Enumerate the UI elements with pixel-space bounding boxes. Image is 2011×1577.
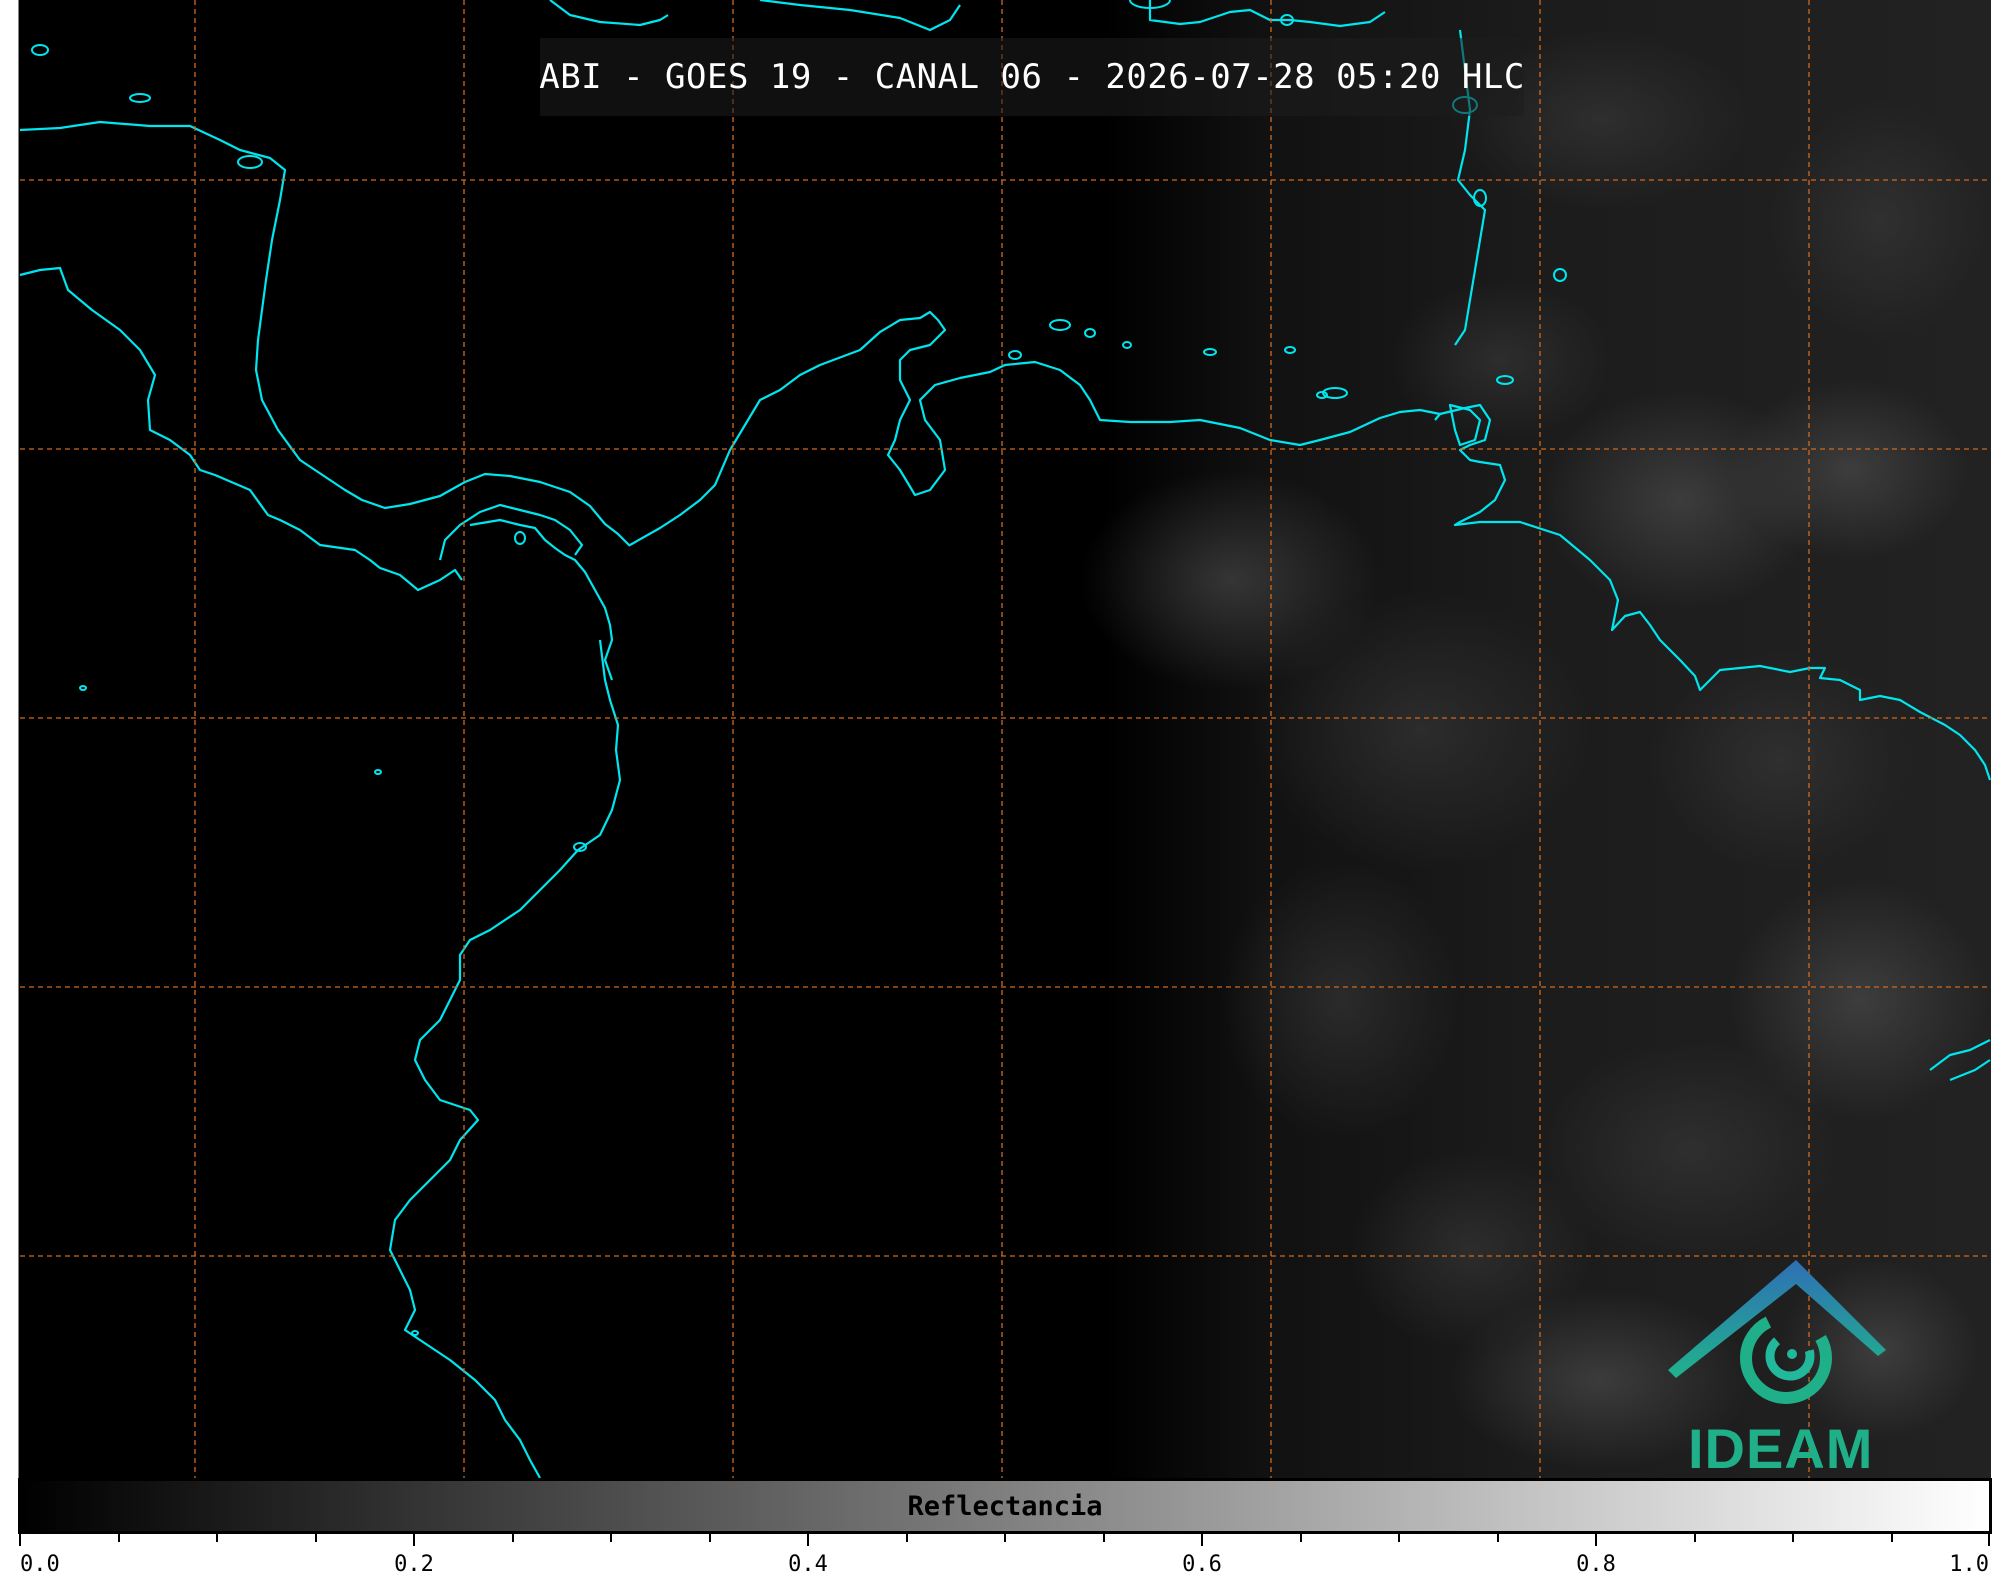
colorbar-tick-label: 0.6 xyxy=(1182,1552,1222,1577)
colorbar-tick-label: 0.0 xyxy=(20,1552,60,1577)
colorbar-ticks xyxy=(19,1534,1990,1546)
map-title: ABI - GOES 19 - CANAL 06 - 2026-07-28 05… xyxy=(539,57,1525,97)
colorbar-tick-label: 0.4 xyxy=(788,1552,828,1577)
colorbar-tick-label: 0.2 xyxy=(394,1552,434,1577)
title-box: ABI - GOES 19 - CANAL 06 - 2026-07-28 05… xyxy=(539,38,1525,116)
colorbar-tick-label: 0.8 xyxy=(1576,1552,1616,1577)
colorbar-label: Reflectancia xyxy=(907,1490,1103,1522)
satellite-map xyxy=(18,0,1992,1546)
colorbar: Reflectancia xyxy=(18,1478,1992,1534)
colorbar-tick-label: 1.0 xyxy=(1949,1552,1989,1577)
ideam-logo-text: IDEAM xyxy=(1688,1417,1874,1480)
